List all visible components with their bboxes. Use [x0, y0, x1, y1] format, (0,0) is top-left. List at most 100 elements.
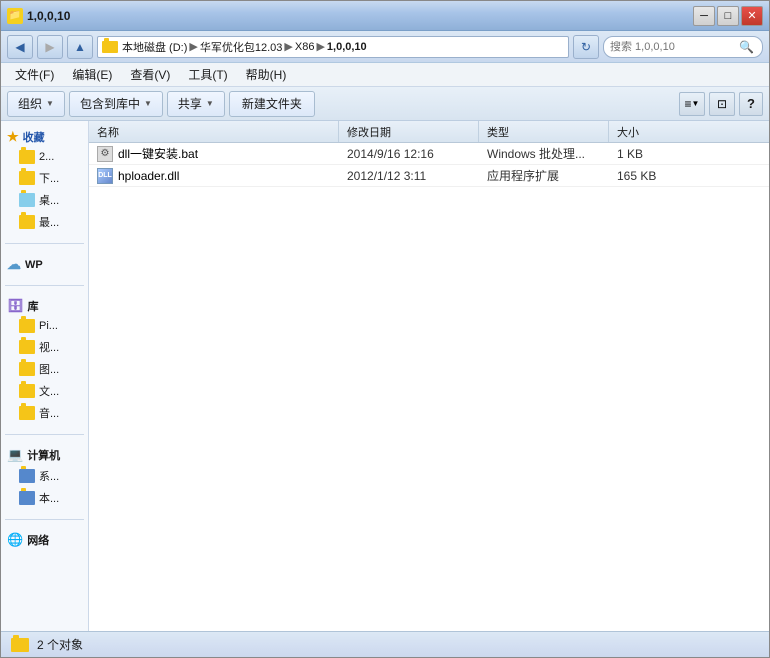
new-folder-label: 新建文件夹 [242, 95, 302, 112]
main-content: ★ 收藏 2... 下... 桌... 最... [1, 121, 769, 631]
sidebar-item-recent[interactable]: 2... [5, 147, 84, 167]
table-row[interactable]: dll一键安装.bat 2014/9/16 12:16 Windows 批处理.… [89, 143, 769, 165]
toolbar: 组织 ▼ 包含到库中 ▼ 共享 ▼ 新建文件夹 ≡ ▼ ⊡ ? [1, 87, 769, 121]
sidebar-item-recent2-label: 最... [39, 214, 59, 230]
cloud-icon: ☁ [7, 256, 21, 273]
computer-header[interactable]: 💻 计算机 [5, 445, 84, 465]
sidebar-item-pic[interactable]: Pi... [5, 316, 84, 336]
menu-edit[interactable]: 编辑(E) [64, 64, 120, 85]
status-folder-icon [11, 638, 29, 652]
organize-button[interactable]: 组织 ▼ [7, 91, 65, 117]
pane-button[interactable]: ⊡ [709, 92, 735, 116]
wp-section: ☁ WP [1, 248, 88, 281]
menu-tools[interactable]: 工具(T) [180, 64, 235, 85]
sidebar-divider-4 [5, 519, 84, 520]
breadcrumb-bar[interactable]: 本地磁盘 (D:) ▶ 华军优化包12.03 ▶ X86 ▶ 1,0,0,10 [97, 36, 569, 58]
local-folder-icon [19, 491, 35, 505]
sidebar-item-desktop[interactable]: 桌... [5, 189, 84, 211]
toolbar-right: ≡ ▼ ⊡ ? [679, 92, 763, 116]
breadcrumb-part-1[interactable]: 本地磁盘 (D:) [122, 39, 187, 55]
search-icon: 🔍 [739, 40, 754, 54]
file-type-cell-1: Windows 批处理... [479, 145, 609, 162]
file-name-1: dll一键安装.bat [118, 145, 198, 162]
computer-section: 💻 计算机 系... 本... [1, 439, 88, 515]
column-type-header[interactable]: 类型 [479, 121, 609, 142]
refresh-button[interactable]: ↻ [573, 35, 599, 59]
sidebar-item-sys[interactable]: 系... [5, 465, 84, 487]
address-bar: ◀ ▶ ▲ 本地磁盘 (D:) ▶ 华军优化包12.03 ▶ X86 ▶ 1,0… [1, 31, 769, 63]
new-folder-button[interactable]: 新建文件夹 [229, 91, 315, 117]
help-button[interactable]: ? [739, 92, 763, 116]
sidebar-item-doc[interactable]: 文... [5, 380, 84, 402]
wp-header[interactable]: ☁ WP [5, 254, 84, 275]
recent2-folder-icon [19, 215, 35, 229]
file-name-2: hploader.dll [118, 169, 179, 183]
minimize-button[interactable]: ─ [693, 6, 715, 26]
explorer-window: 📁 1,0,0,10 ─ □ ✕ ◀ ▶ ▲ 本地磁盘 (D:) ▶ 华军优化包… [0, 0, 770, 658]
forward-button[interactable]: ▶ [37, 35, 63, 59]
share-button[interactable]: 共享 ▼ [167, 91, 225, 117]
sidebar-item-music[interactable]: 音... [5, 402, 84, 424]
sidebar-item-desktop-label: 桌... [39, 192, 59, 208]
library-label: 包含到库中 [80, 95, 140, 112]
file-type-1: Windows 批处理... [487, 147, 585, 161]
library-header[interactable]: 🗄 库 [5, 296, 84, 316]
share-label: 共享 [178, 95, 202, 112]
file-size-2: 165 KB [617, 169, 656, 183]
sidebar-item-download-label: 下... [39, 170, 59, 186]
pane-icon: ⊡ [717, 97, 727, 111]
sidebar-divider-2 [5, 285, 84, 286]
network-icon: 🌐 [7, 532, 23, 548]
sidebar-item-image[interactable]: 图... [5, 358, 84, 380]
breadcrumb-part-3[interactable]: X86 [295, 41, 315, 53]
breadcrumb-part-4[interactable]: 1,0,0,10 [327, 41, 367, 53]
image-folder-icon [19, 362, 35, 376]
restore-button[interactable]: □ [717, 6, 739, 26]
menu-bar: 文件(F) 编辑(E) 查看(V) 工具(T) 帮助(H) [1, 63, 769, 87]
search-input[interactable] [610, 41, 739, 53]
favorites-header[interactable]: ★ 收藏 [5, 127, 84, 147]
search-bar[interactable]: 🔍 [603, 36, 763, 58]
back-button[interactable]: ◀ [7, 35, 33, 59]
column-size-header[interactable]: 大小 [609, 121, 769, 142]
breadcrumb-sep-2: ▶ [284, 40, 292, 53]
close-button[interactable]: ✕ [741, 6, 763, 26]
status-text: 2 个对象 [37, 636, 83, 653]
library-section-icon: 🗄 [7, 298, 24, 314]
sidebar-item-video[interactable]: 视... [5, 336, 84, 358]
menu-file[interactable]: 文件(F) [7, 64, 62, 85]
breadcrumb-part-2[interactable]: 华军优化包12.03 [200, 39, 283, 55]
file-date-cell-2: 2012/1/12 3:11 [339, 169, 479, 183]
organize-arrow-icon: ▼ [46, 99, 54, 108]
desktop-folder-icon [19, 193, 35, 207]
doc-folder-icon [19, 384, 35, 398]
help-icon: ? [747, 96, 755, 111]
column-size-label: 大小 [617, 124, 639, 140]
up-button[interactable]: ▲ [67, 35, 93, 59]
column-name-header[interactable]: 名称 [89, 121, 339, 142]
status-bar: 2 个对象 [1, 631, 769, 657]
sys-folder-icon [19, 469, 35, 483]
music-folder-icon [19, 406, 35, 420]
library-button[interactable]: 包含到库中 ▼ [69, 91, 163, 117]
sidebar-item-pic-label: Pi... [39, 320, 58, 332]
table-row[interactable]: DLL hploader.dll 2012/1/12 3:11 应用程序扩展 1… [89, 165, 769, 187]
breadcrumb-sep-3: ▶ [316, 40, 324, 53]
view-button[interactable]: ≡ ▼ [679, 92, 705, 116]
sidebar-item-recent2[interactable]: 最... [5, 211, 84, 233]
menu-help[interactable]: 帮助(H) [238, 64, 295, 85]
menu-view[interactable]: 查看(V) [122, 64, 178, 85]
column-date-header[interactable]: 修改日期 [339, 121, 479, 142]
wp-label: WP [25, 259, 43, 271]
sidebar-item-image-label: 图... [39, 361, 59, 377]
title-bar-left: 📁 1,0,0,10 [7, 8, 70, 24]
column-type-label: 类型 [487, 124, 509, 140]
network-header[interactable]: 🌐 网络 [5, 530, 84, 550]
breadcrumb-folder-icon [102, 41, 118, 53]
video-folder-icon [19, 340, 35, 354]
sidebar-item-download[interactable]: 下... [5, 167, 84, 189]
title-bar: 📁 1,0,0,10 ─ □ ✕ [1, 1, 769, 31]
library-section-label: 库 [28, 298, 39, 314]
sidebar-item-local[interactable]: 本... [5, 487, 84, 509]
sidebar-item-video-label: 视... [39, 339, 59, 355]
